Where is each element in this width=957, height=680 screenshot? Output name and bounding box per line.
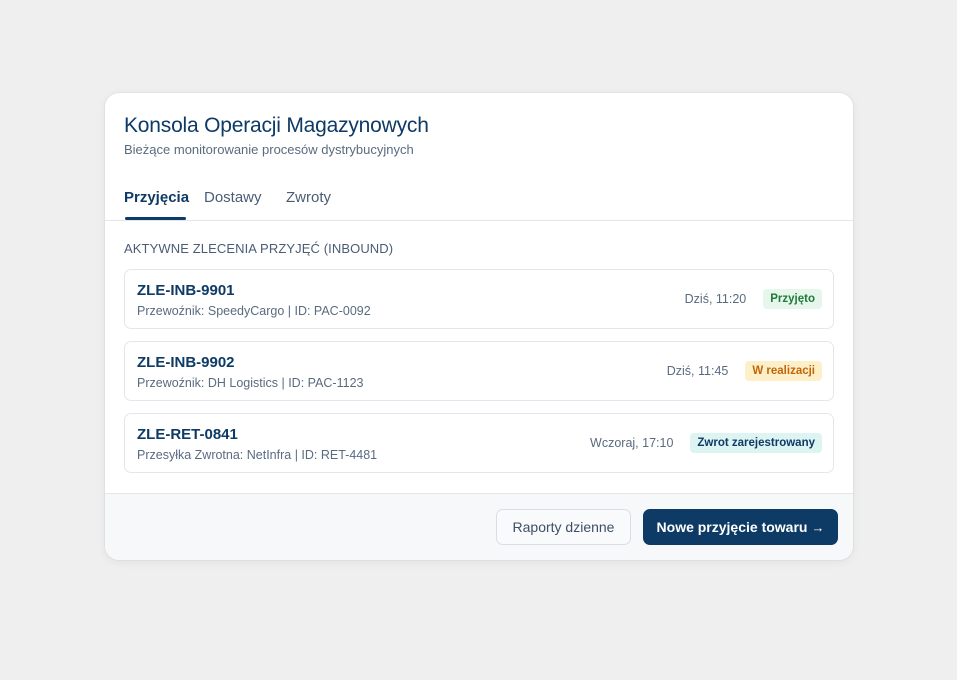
order-row[interactable]: ZLE-INB-9901 Przewoźnik: SpeedyCargo | I… [124,269,834,329]
new-receipt-label: Nowe przyjęcie towaru [656,519,808,535]
order-time: Dziś, 11:20 [684,292,747,306]
order-row[interactable]: ZLE-RET-0841 Przesyłka Zwrotna: NetInfra… [124,413,834,473]
order-meta: Przewoźnik: DH Logistics | ID: PAC-1123 [137,376,364,390]
order-meta: Przewoźnik: SpeedyCargo | ID: PAC-0092 [137,304,371,318]
order-id: ZLE-INB-9901 [137,282,235,299]
section-label: AKTYWNE ZLECENIA PRZYJĘĆ (INBOUND) [124,241,394,256]
header: Konsola Operacji Magazynowych Bieżące mo… [124,113,429,158]
status-badge: Przyjęto [763,289,822,309]
daily-reports-label: Raporty dzienne [512,519,615,535]
tab-przyjecia[interactable]: Przyjęcia [124,189,189,207]
arrow-right-icon: → [811,519,825,535]
tab-zwroty[interactable]: Zwroty [286,189,331,207]
card-footer: Raporty dzienne Nowe przyjęcie towaru → [105,493,853,560]
status-badge: W realizacji [745,361,822,381]
page-title: Konsola Operacji Magazynowych [124,114,429,137]
page-subtitle: Bieżące monitorowanie procesów dystrybuc… [124,142,414,157]
tab-bar: Przyjęcia Dostawy Zwroty [105,181,853,221]
status-badge: Zwrot zarejestrowany [690,433,822,453]
daily-reports-button[interactable]: Raporty dzienne [496,509,631,545]
warehouse-console-card: Konsola Operacji Magazynowych Bieżące mo… [105,93,853,560]
new-receipt-button[interactable]: Nowe przyjęcie towaru → [643,509,838,545]
order-row[interactable]: ZLE-INB-9902 Przewoźnik: DH Logistics | … [124,341,834,401]
order-id: ZLE-INB-9902 [137,354,235,371]
active-tab-indicator [125,217,186,220]
order-time: Dziś, 11:45 [666,364,729,378]
order-id: ZLE-RET-0841 [137,426,238,443]
tab-dostawy[interactable]: Dostawy [204,189,262,207]
order-meta: Przesyłka Zwrotna: NetInfra | ID: RET-44… [137,448,378,462]
order-time: Wczoraj, 17:10 [590,436,674,450]
